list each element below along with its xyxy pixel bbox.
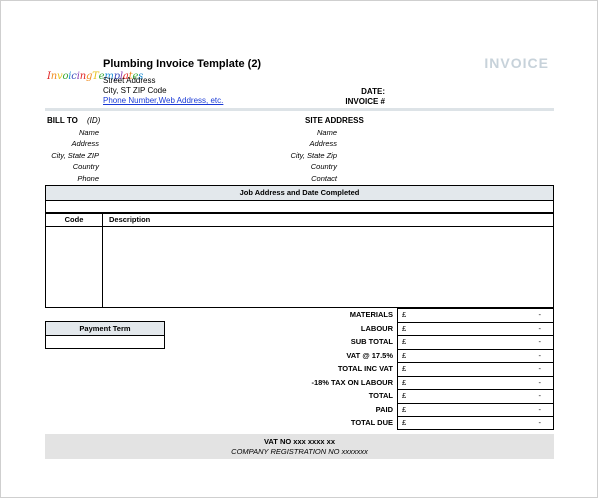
line-items-table: Code Description bbox=[45, 213, 554, 308]
phone-web-link[interactable]: Phone Number,Web Address, etc. bbox=[103, 96, 223, 105]
footer-bar: VAT NO xxx xxxx xx COMPANY REGISTRATION … bbox=[45, 434, 554, 459]
company-registration: COMPANY REGISTRATION NO xxxxxxx bbox=[231, 447, 368, 456]
company-name: Plumbing Invoice Template (2) bbox=[103, 58, 262, 70]
currency-symbol: £ bbox=[402, 391, 407, 400]
currency-symbol: £ bbox=[402, 310, 407, 319]
invoice-title: INVOICE bbox=[484, 55, 549, 71]
materials-label: MATERIALS bbox=[349, 310, 393, 319]
total-label: TOTAL bbox=[368, 391, 393, 400]
totals-labels: MATERIALS LABOUR SUB TOTAL VAT @ 17.5% T… bbox=[201, 308, 393, 430]
totals-row: £ - bbox=[398, 404, 553, 417]
vat-amount: - bbox=[538, 350, 542, 360]
tax-on-labour-label: -18% TAX ON LABOUR bbox=[311, 377, 393, 387]
paid-label: PAID bbox=[375, 404, 393, 414]
bill-to-country-label: Country bbox=[72, 162, 99, 172]
street-address: Street Address bbox=[103, 76, 156, 85]
invoice-page: InvoicingTemplates Plumbing Invoice Temp… bbox=[0, 0, 598, 498]
total-inc-vat-amount: - bbox=[538, 364, 542, 373]
totals-row: £ - bbox=[398, 390, 553, 404]
site-address-fields: Name Address City, State Zip Country Con… bbox=[241, 127, 337, 184]
total-amount: - bbox=[538, 391, 542, 400]
totals-row: £ - bbox=[398, 309, 553, 323]
vat-label: VAT @ 17.5% bbox=[346, 350, 393, 360]
site-name-label: Name bbox=[316, 128, 337, 137]
site-contact-label: Contact bbox=[311, 173, 337, 183]
tax-on-labour-amount: - bbox=[538, 377, 542, 387]
sub-total-label: SUB TOTAL bbox=[350, 337, 393, 346]
totals-row: £ - bbox=[398, 363, 553, 377]
labour-label: LABOUR bbox=[360, 323, 393, 333]
bill-to-phone-label: Phone bbox=[77, 173, 99, 183]
currency-symbol: £ bbox=[402, 350, 407, 360]
bill-to-name-label: Name bbox=[78, 128, 99, 137]
total-due-label: TOTAL DUE bbox=[350, 418, 393, 427]
bill-to-fields: Name Address City, State ZIP Country Pho… bbox=[1, 127, 99, 184]
paid-amount: - bbox=[538, 404, 542, 414]
currency-symbol: £ bbox=[402, 377, 407, 387]
bill-to-city-label: City, State ZIP bbox=[51, 150, 99, 160]
code-column-body bbox=[46, 227, 103, 307]
totals-table: £ - £ - £ - £ - £ - £ - £ - £ - £ - bbox=[397, 308, 554, 430]
sub-total-amount: - bbox=[538, 337, 542, 346]
currency-symbol: £ bbox=[402, 337, 407, 346]
city-state-zip: City, ST ZIP Code bbox=[103, 86, 167, 95]
currency-symbol: £ bbox=[402, 323, 407, 333]
description-column-header: Description bbox=[109, 215, 151, 224]
total-due-amount: - bbox=[538, 418, 542, 427]
site-city-label: City, State Zip bbox=[290, 150, 337, 160]
totals-row: £ - bbox=[398, 350, 553, 363]
line-items-header: Code Description bbox=[46, 214, 553, 227]
site-address-heading: SITE ADDRESS bbox=[305, 116, 364, 125]
site-address-label: Address bbox=[309, 139, 337, 149]
totals-row: £ - bbox=[398, 323, 553, 336]
invoice-number-label: INVOICE # bbox=[345, 97, 385, 106]
payment-term-heading: Payment Term bbox=[46, 322, 164, 336]
totals-row: £ - bbox=[398, 336, 553, 350]
bill-to-heading: BILL TO bbox=[47, 116, 78, 125]
currency-symbol: £ bbox=[402, 418, 407, 427]
currency-symbol: £ bbox=[402, 404, 407, 414]
materials-amount: - bbox=[538, 310, 542, 319]
header-divider bbox=[45, 108, 554, 111]
site-country-label: Country bbox=[310, 162, 337, 172]
job-address-box: Job Address and Date Completed bbox=[45, 185, 554, 213]
date-label: DATE: bbox=[361, 87, 385, 96]
code-column-header: Code bbox=[46, 214, 103, 226]
currency-symbol: £ bbox=[402, 364, 407, 373]
bill-to-address-label: Address bbox=[71, 139, 99, 149]
payment-term-box: Payment Term bbox=[45, 321, 165, 349]
bill-to-id: (ID) bbox=[87, 116, 101, 125]
total-inc-vat-label: TOTAL INC VAT bbox=[337, 364, 393, 373]
job-address-heading: Job Address and Date Completed bbox=[46, 186, 553, 201]
totals-row: £ - bbox=[398, 417, 553, 431]
totals-row: £ - bbox=[398, 377, 553, 390]
labour-amount: - bbox=[538, 323, 542, 333]
vat-number: VAT NO xxx xxxx xx bbox=[263, 437, 335, 446]
